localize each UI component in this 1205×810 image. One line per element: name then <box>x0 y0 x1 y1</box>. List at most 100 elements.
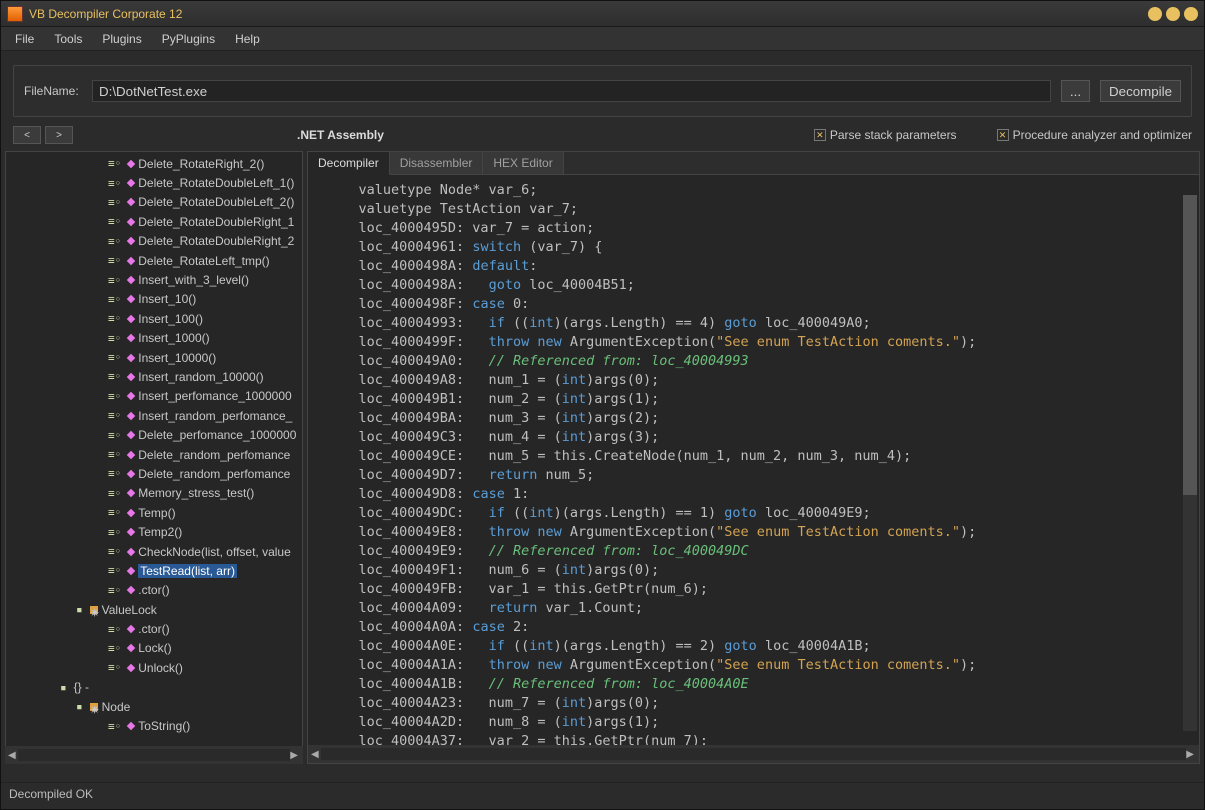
tree-item[interactable]: ≡◦Insert_random_10000() <box>6 367 302 386</box>
tree-item[interactable]: ≡◦TestRead(list, arr) <box>6 561 302 580</box>
close-icon[interactable] <box>1184 7 1198 21</box>
tree-item[interactable]: ≡◦Delete_RotateLeft_tmp() <box>6 251 302 270</box>
tree-item[interactable]: ≡◦Delete_perfomance_1000000 <box>6 425 302 444</box>
method-bullet-icon: ≡◦ <box>108 312 121 325</box>
code-line: loc_400049A8: num_1 = (int)args(0); <box>326 371 1199 390</box>
scroll-track[interactable] <box>18 749 291 761</box>
tab-disassembler[interactable]: Disassembler <box>390 152 484 174</box>
scroll-right-icon[interactable]: ▶ <box>1186 749 1194 760</box>
minimize-icon[interactable] <box>1148 7 1162 21</box>
tree-item-label: Memory_stress_test() <box>138 486 254 500</box>
procedure-analyzer-checkbox[interactable]: ✕ Procedure analyzer and optimizer <box>997 128 1192 142</box>
code-line: loc_40004A37: var_2 = this.GetPtr(num_7)… <box>326 732 1199 745</box>
menu-help[interactable]: Help <box>225 29 270 49</box>
menu-plugins[interactable]: Plugins <box>92 29 151 49</box>
browse-button[interactable]: ... <box>1061 80 1090 102</box>
nav-forward-button[interactable]: > <box>45 126 73 144</box>
method-bullet-icon: ≡◦ <box>108 584 121 597</box>
checkbox-icon: ✕ <box>814 129 826 141</box>
status-bar: Decompiled OK <box>1 782 1204 804</box>
tree-item-label: ValueLock <box>102 603 157 617</box>
tree-pane[interactable]: ≡◦Delete_RotateRight_2()≡◦Delete_RotateD… <box>5 151 303 764</box>
decompile-button[interactable]: Decompile <box>1100 80 1181 102</box>
method-icon <box>127 256 135 264</box>
code-line: loc_4000498A: goto loc_40004B51; <box>326 276 1199 295</box>
method-bullet-icon: ≡◦ <box>108 642 121 655</box>
code-line: loc_400049D7: return num_5; <box>326 466 1199 485</box>
menu-bar: File Tools Plugins PyPlugins Help <box>1 27 1204 51</box>
tree-item[interactable]: ≡◦Lock() <box>6 639 302 658</box>
tree-item-label: Delete_perfomance_1000000 <box>138 428 296 442</box>
method-bullet-icon: ≡◦ <box>108 254 121 267</box>
code-line: loc_40004A0E: if ((int)(args.Length) == … <box>326 637 1199 656</box>
tree-item[interactable]: ≡◦Delete_RotateDoubleLeft_2() <box>6 193 302 212</box>
tree-item[interactable]: ≡◦Delete_RotateDoubleLeft_1() <box>6 173 302 192</box>
status-text: Decompiled OK <box>9 787 93 801</box>
tab-hex-editor[interactable]: HEX Editor <box>483 152 563 174</box>
tree-item[interactable]: ▪✷Node <box>6 697 302 716</box>
tree-item[interactable]: ≡◦Memory_stress_test() <box>6 484 302 503</box>
code-area[interactable]: valuetype Node* var_6; valuetype TestAct… <box>308 175 1199 745</box>
tree-item-label: Delete_random_perfomance <box>138 467 290 481</box>
scroll-track[interactable] <box>321 748 1187 760</box>
method-icon <box>127 237 135 245</box>
tree-item-label: Delete_RotateDoubleLeft_2() <box>138 195 294 209</box>
code-tabs: Decompiler Disassembler HEX Editor <box>308 152 1199 175</box>
tree-item-label: Insert_with_3_level() <box>138 273 249 287</box>
nav-back-button[interactable]: < <box>13 126 41 144</box>
code-line: loc_400049E8: throw new ArgumentExceptio… <box>326 523 1199 542</box>
method-icon <box>127 625 135 633</box>
tree-item[interactable]: ≡◦Delete_random_perfomance <box>6 445 302 464</box>
menu-pyplugins[interactable]: PyPlugins <box>152 29 225 49</box>
method-icon <box>127 179 135 187</box>
tree-item[interactable]: ≡◦Unlock() <box>6 658 302 677</box>
window-controls <box>1148 7 1198 21</box>
menu-file[interactable]: File <box>5 29 44 49</box>
vertical-scroll-thumb[interactable] <box>1183 195 1197 495</box>
tree-item[interactable]: ≡◦CheckNode(list, offset, value <box>6 542 302 561</box>
menu-tools[interactable]: Tools <box>44 29 92 49</box>
tree-item-label: Insert_100() <box>138 312 203 326</box>
tab-decompiler[interactable]: Decompiler <box>308 152 390 175</box>
scroll-left-icon[interactable]: ◀ <box>311 749 319 760</box>
tree-item[interactable]: ≡◦Delete_RotateRight_2() <box>6 154 302 173</box>
checkbox-icon: ✕ <box>997 129 1009 141</box>
tree-item[interactable]: ≡◦Delete_RotateDoubleRight_1 <box>6 212 302 231</box>
tree-item-label: .ctor() <box>138 583 169 597</box>
maximize-icon[interactable] <box>1166 7 1180 21</box>
tree-item[interactable]: ▪✷ValueLock <box>6 600 302 619</box>
tree-item[interactable]: ≡◦Temp2() <box>6 522 302 541</box>
tree-item[interactable]: ▪{} - <box>6 678 302 697</box>
code-line: loc_40004A09: return var_1.Count; <box>326 599 1199 618</box>
method-icon <box>127 276 135 284</box>
horizontal-scrollbar-code[interactable]: ◀ ▶ <box>308 745 1199 763</box>
tree-item[interactable]: ≡◦Insert_10000() <box>6 348 302 367</box>
expand-icon[interactable]: ▪ <box>76 603 83 616</box>
filename-input[interactable] <box>92 80 1051 102</box>
code-line: loc_40004A0A: case 2: <box>326 618 1199 637</box>
tree-item[interactable]: ≡◦Insert_10() <box>6 290 302 309</box>
tree-item[interactable]: ≡◦Delete_RotateDoubleRight_2 <box>6 232 302 251</box>
parse-stack-checkbox[interactable]: ✕ Parse stack parameters <box>814 128 957 142</box>
tree-item[interactable]: ≡◦.ctor() <box>6 619 302 638</box>
tree-item[interactable]: ≡◦Insert_1000() <box>6 329 302 348</box>
method-icon <box>127 412 135 420</box>
namespace-expand-icon[interactable]: ▪ <box>60 681 67 694</box>
tree-item[interactable]: ≡◦ .ctor() <box>6 581 302 600</box>
tree-item[interactable]: ≡◦Insert_random_perfomance_ <box>6 406 302 425</box>
method-icon <box>127 508 135 516</box>
parse-stack-label: Parse stack parameters <box>830 128 957 142</box>
scroll-left-icon[interactable]: ◀ <box>8 750 16 761</box>
file-panel: FileName: ... Decompile <box>13 65 1192 117</box>
tree-item[interactable]: ≡◦Insert_perfomance_1000000 <box>6 387 302 406</box>
method-bullet-icon: ≡◦ <box>108 720 121 733</box>
code-line: loc_40004A1A: throw new ArgumentExceptio… <box>326 656 1199 675</box>
tree-item[interactable]: ≡◦Insert_with_3_level() <box>6 270 302 289</box>
expand-icon[interactable]: ▪ <box>76 700 83 713</box>
tree-item[interactable]: ≡◦ Insert_100() <box>6 309 302 328</box>
tree-item[interactable]: ≡◦Temp() <box>6 503 302 522</box>
tree-item[interactable]: ≡◦Delete_random_perfomance <box>6 464 302 483</box>
horizontal-scrollbar-tree[interactable]: ◀ ▶ <box>5 746 303 764</box>
scroll-right-icon[interactable]: ▶ <box>290 750 298 761</box>
tree-item[interactable]: ≡◦ToString() <box>6 716 302 735</box>
